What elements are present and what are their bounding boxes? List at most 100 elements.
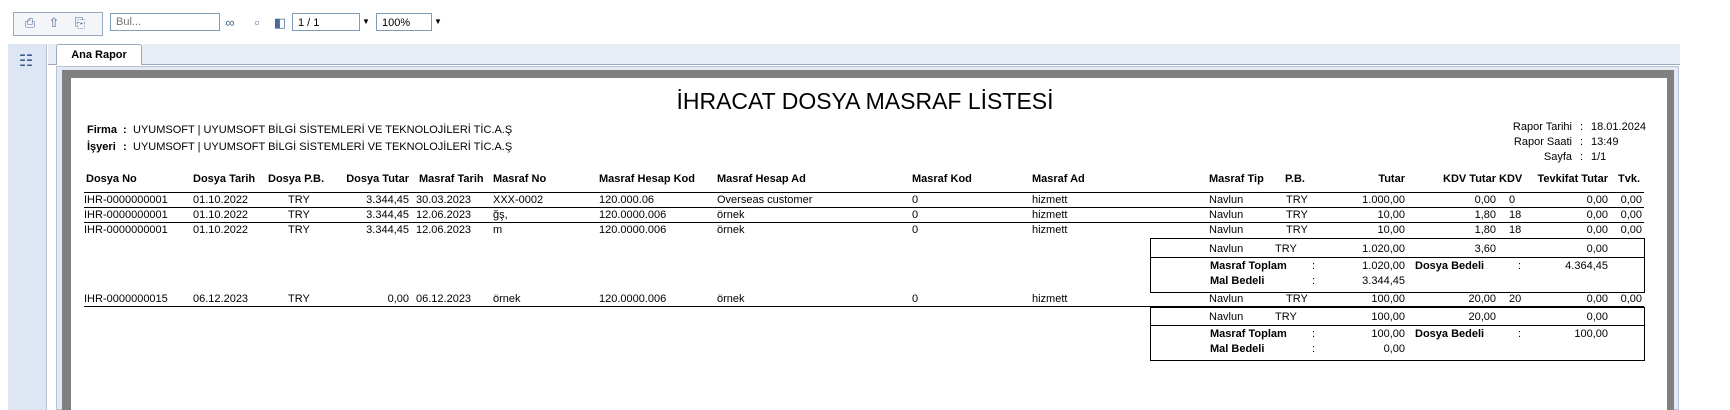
sayfa-value: 1/1: [1591, 151, 1607, 163]
cell-masraf-tarih: 30.03.2023: [416, 194, 472, 206]
column-header: Masraf Ad: [1032, 173, 1085, 185]
cell-masraf-kod: 0: [912, 194, 919, 206]
cell-dosya-tarih: 01.10.2022: [193, 194, 249, 206]
cell-masraf-kod: 0: [912, 224, 919, 236]
binoculars-icon[interactable]: ∞: [220, 14, 240, 32]
document-map-icon[interactable]: ☷: [14, 50, 38, 74]
colon: :: [1580, 121, 1584, 133]
cell-dosya-tutar: 3.344,45: [366, 224, 409, 236]
cell-tevkifat-tutar: 0,00: [1586, 194, 1608, 206]
colon: :: [1312, 275, 1316, 287]
zoom-select[interactable]: 100%: [376, 13, 432, 31]
summary-kdv-tutar: 20,00: [1468, 311, 1496, 323]
column-header: Dosya P.B.: [268, 173, 325, 185]
summary-tip: Navlun: [1209, 243, 1244, 255]
cell-kdv-tutar: 1,80: [1474, 224, 1496, 236]
colon: :: [1312, 343, 1316, 355]
cell-dosya-pb: TRY: [288, 224, 310, 236]
report-title: İHRACAT DOSYA MASRAF LİSTESİ: [676, 88, 1054, 114]
cell-masraf-tarih: 06.12.2023: [416, 293, 472, 305]
cell-pb: TRY: [1286, 194, 1308, 206]
isyeri-value: UYUMSOFT | UYUMSOFT BİLGİ SİSTEMLERİ VE …: [133, 141, 513, 153]
dropdown-arrow-icon[interactable]: ▼: [360, 13, 372, 31]
cell-dosya-no: IHR-0000000001: [84, 194, 168, 206]
column-header: KDV: [1499, 173, 1523, 185]
cell-masraf-tip: Navlun: [1209, 194, 1244, 206]
cell-dosya-no: IHR-0000000015: [84, 293, 168, 305]
print-settings-icon[interactable]: ⎘: [70, 14, 90, 32]
cell-hesap-kod: 120.000.06: [599, 194, 655, 206]
cell-hesap-kod: 120.0000.006: [599, 293, 667, 305]
summary-divider: [1150, 257, 1645, 258]
column-header: Tvk.: [1618, 173, 1641, 185]
cell-masraf-no: m: [493, 224, 503, 236]
cell-dosya-tarih: 01.10.2022: [193, 209, 249, 221]
print-icon[interactable]: ⎙: [20, 14, 40, 32]
cell-dosya-tutar: 3.344,45: [366, 194, 409, 206]
summary-tevkifat: 0,00: [1586, 243, 1608, 255]
cell-kdv-tutar: 0,00: [1474, 194, 1496, 206]
cell-pb: TRY: [1286, 224, 1308, 236]
mal-bedeli-label: Mal Bedeli: [1210, 275, 1265, 287]
search-input[interactable]: [110, 13, 220, 31]
rapor-saati-value: 13:49: [1591, 136, 1619, 148]
cell-dosya-no: IHR-0000000001: [84, 224, 168, 236]
cell-masraf-no: örnek: [493, 293, 521, 305]
colon: :: [1580, 136, 1584, 148]
cell-tevkifat-tutar: 0,00: [1586, 224, 1608, 236]
summary-pb: TRY: [1275, 243, 1297, 255]
cell-tvk: 0,00: [1620, 293, 1642, 305]
cell-masraf-ad: hizmett: [1032, 293, 1068, 305]
cell-masraf-tarih: 12.06.2023: [416, 224, 472, 236]
cell-masraf-kod: 0: [912, 293, 919, 305]
cell-tutar: 10,00: [1377, 224, 1405, 236]
rapor-saati-label: Rapor Saati: [1513, 136, 1572, 148]
summary-tutar: 1.020,00: [1362, 243, 1405, 255]
summary-tutar: 100,00: [1371, 311, 1405, 323]
cell-masraf-ad: hizmett: [1032, 209, 1068, 221]
column-header: Masraf Tarih: [419, 173, 484, 185]
sayfa-label: Sayfa: [1543, 151, 1572, 163]
summary-pb: TRY: [1275, 311, 1297, 323]
colon: :: [123, 124, 127, 136]
page-export-icon[interactable]: ◧: [270, 14, 290, 32]
cell-masraf-kod: 0: [912, 209, 919, 221]
column-header: Masraf No: [493, 173, 547, 185]
cell-tutar: 100,00: [1371, 293, 1405, 305]
cell-masraf-tip: Navlun: [1209, 209, 1244, 221]
cell-kdv: 0: [1509, 194, 1516, 206]
cell-masraf-tip: Navlun: [1209, 224, 1244, 236]
cell-tvk: 0,00: [1620, 224, 1642, 236]
cell-pb: TRY: [1286, 293, 1308, 305]
summary-tip: Navlun: [1209, 311, 1244, 323]
tab-strip: [48, 44, 1680, 65]
colon: :: [1518, 260, 1522, 272]
mal-bedeli-label: Mal Bedeli: [1210, 343, 1265, 355]
cell-hesap-kod: 120.0000.006: [599, 224, 667, 236]
cell-dosya-tarih: 01.10.2022: [193, 224, 249, 236]
column-header: Dosya Tutar: [346, 173, 409, 185]
cell-hesap-ad: örnek: [717, 224, 745, 236]
dosya-bedeli-label: Dosya Bedeli: [1415, 260, 1485, 272]
dosya-bedeli-value: 4.364,45: [1565, 260, 1608, 272]
cell-masraf-no: ğş,: [493, 209, 508, 221]
column-header: Dosya No: [86, 173, 137, 185]
cell-masraf-ad: hizmett: [1032, 194, 1068, 206]
page-setup-icon[interactable]: ▫: [247, 14, 267, 32]
dropdown-arrow-icon[interactable]: ▼: [432, 13, 444, 31]
cell-hesap-ad: örnek: [717, 209, 745, 221]
export-icon[interactable]: ⇧: [44, 14, 64, 32]
cell-tutar: 1.000,00: [1362, 194, 1405, 206]
column-header: Masraf Kod: [912, 173, 972, 185]
cell-tutar: 10,00: [1377, 209, 1405, 221]
summary-kdv-tutar: 3,60: [1474, 243, 1496, 255]
rapor-tarihi-value: 18.01.2024: [1591, 121, 1647, 133]
tab-ana-rapor[interactable]: Ana Rapor: [56, 44, 142, 65]
row-divider: [84, 207, 1644, 208]
cell-pb: TRY: [1286, 209, 1308, 221]
column-header: Masraf Hesap Ad: [717, 173, 806, 185]
cell-dosya-tarih: 06.12.2023: [193, 293, 249, 305]
page-select[interactable]: 1 / 1: [292, 13, 360, 31]
mal-bedeli-value: 0,00: [1383, 343, 1405, 355]
masraf-toplam-value: 100,00: [1371, 328, 1405, 340]
